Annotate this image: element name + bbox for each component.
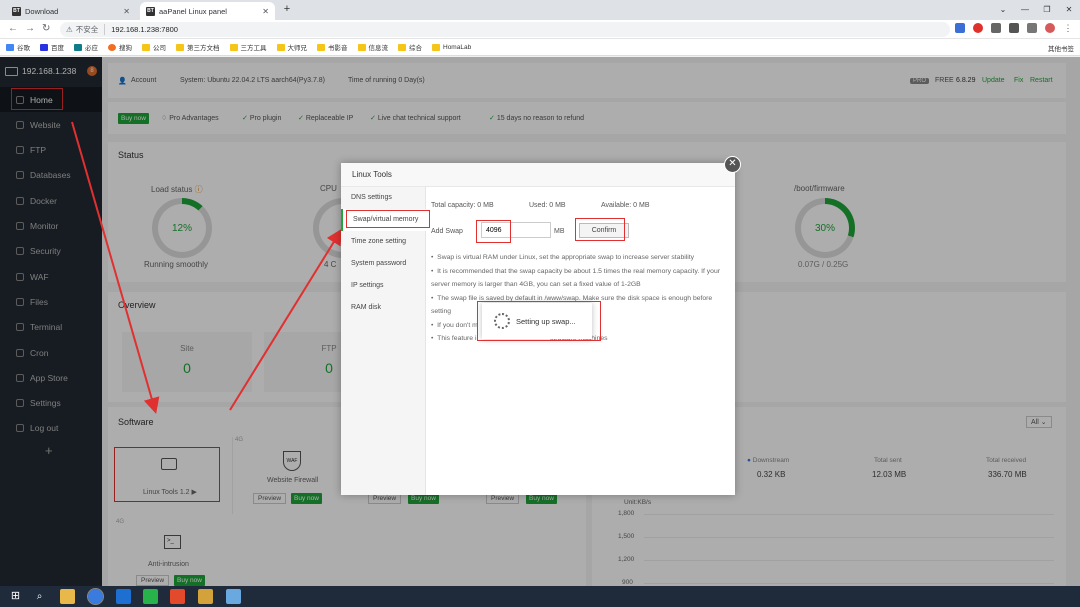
app-icon[interactable]	[170, 589, 185, 604]
chrome-icon[interactable]	[87, 588, 104, 605]
modal-nav: DNS settings Swap/virtual memory Time zo…	[341, 187, 426, 495]
annotation-box-confirm	[575, 218, 625, 241]
modal-nav-dns[interactable]: DNS settings	[341, 187, 426, 209]
swap-unit: MB	[554, 228, 565, 235]
search-icon[interactable]: ⌕	[32, 589, 47, 604]
add-swap-label: Add Swap	[431, 228, 463, 235]
close-icon[interactable]: ✕	[724, 156, 741, 173]
note-item: • It is recommended that the swap capaci…	[431, 267, 721, 289]
app-icon[interactable]	[198, 589, 213, 604]
modal-nav-timezone[interactable]: Time zone setting	[341, 231, 426, 253]
windows-taskbar: ⊞ ⌕	[0, 586, 1080, 607]
annotation-box-swap-nav	[346, 210, 430, 228]
arrow-home-to-software	[71, 121, 160, 414]
app-icon[interactable]	[226, 589, 241, 604]
app-icon[interactable]	[143, 589, 158, 604]
annotation-box-swap-input	[476, 220, 511, 243]
modal-nav-ramdisk[interactable]: RAM disk	[341, 297, 426, 319]
note-item: • Swap is virtual RAM under Linux, set t…	[431, 254, 695, 261]
arrow-software-to-swap	[229, 228, 343, 411]
available-capacity: Available: 0 MB	[601, 202, 650, 209]
annotation-box-loading	[477, 301, 601, 341]
modal-nav-password[interactable]: System password	[341, 253, 426, 275]
modal-title: Linux Tools	[341, 163, 735, 187]
file-explorer-icon[interactable]	[60, 589, 75, 604]
used-capacity: Used: 0 MB	[529, 202, 566, 209]
app-icon[interactable]	[116, 589, 131, 604]
modal-nav-ip[interactable]: IP settings	[341, 275, 426, 297]
windows-start-icon[interactable]: ⊞	[8, 589, 23, 604]
total-capacity: Total capacity: 0 MB	[431, 202, 494, 209]
